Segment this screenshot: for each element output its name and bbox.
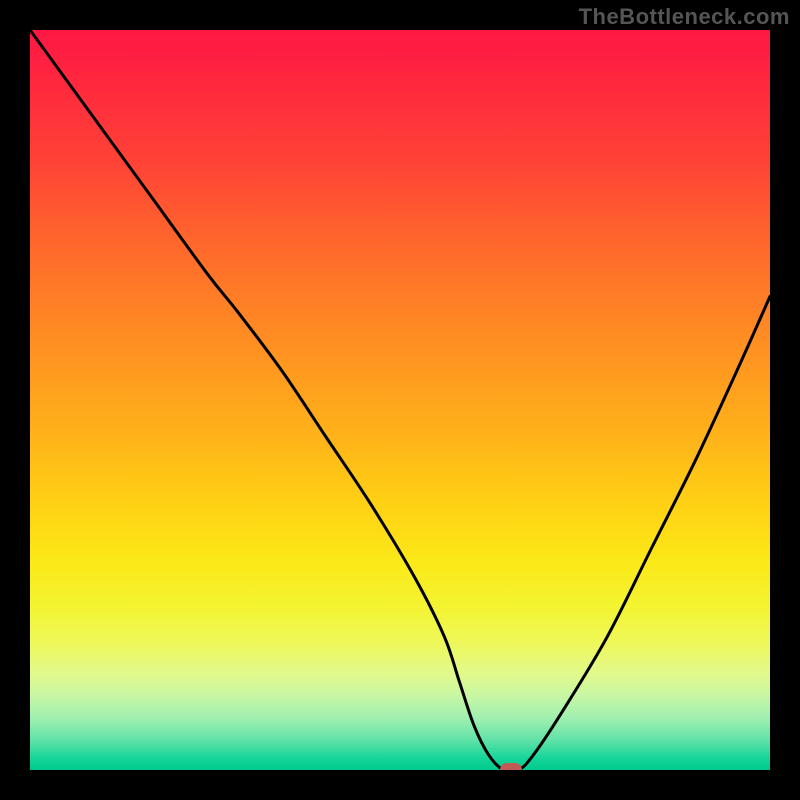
- optimal-marker: [500, 763, 522, 770]
- plot-area: [30, 30, 770, 770]
- watermark-text: TheBottleneck.com: [579, 4, 790, 30]
- bottleneck-curve: [30, 30, 770, 770]
- app-frame: TheBottleneck.com: [0, 0, 800, 800]
